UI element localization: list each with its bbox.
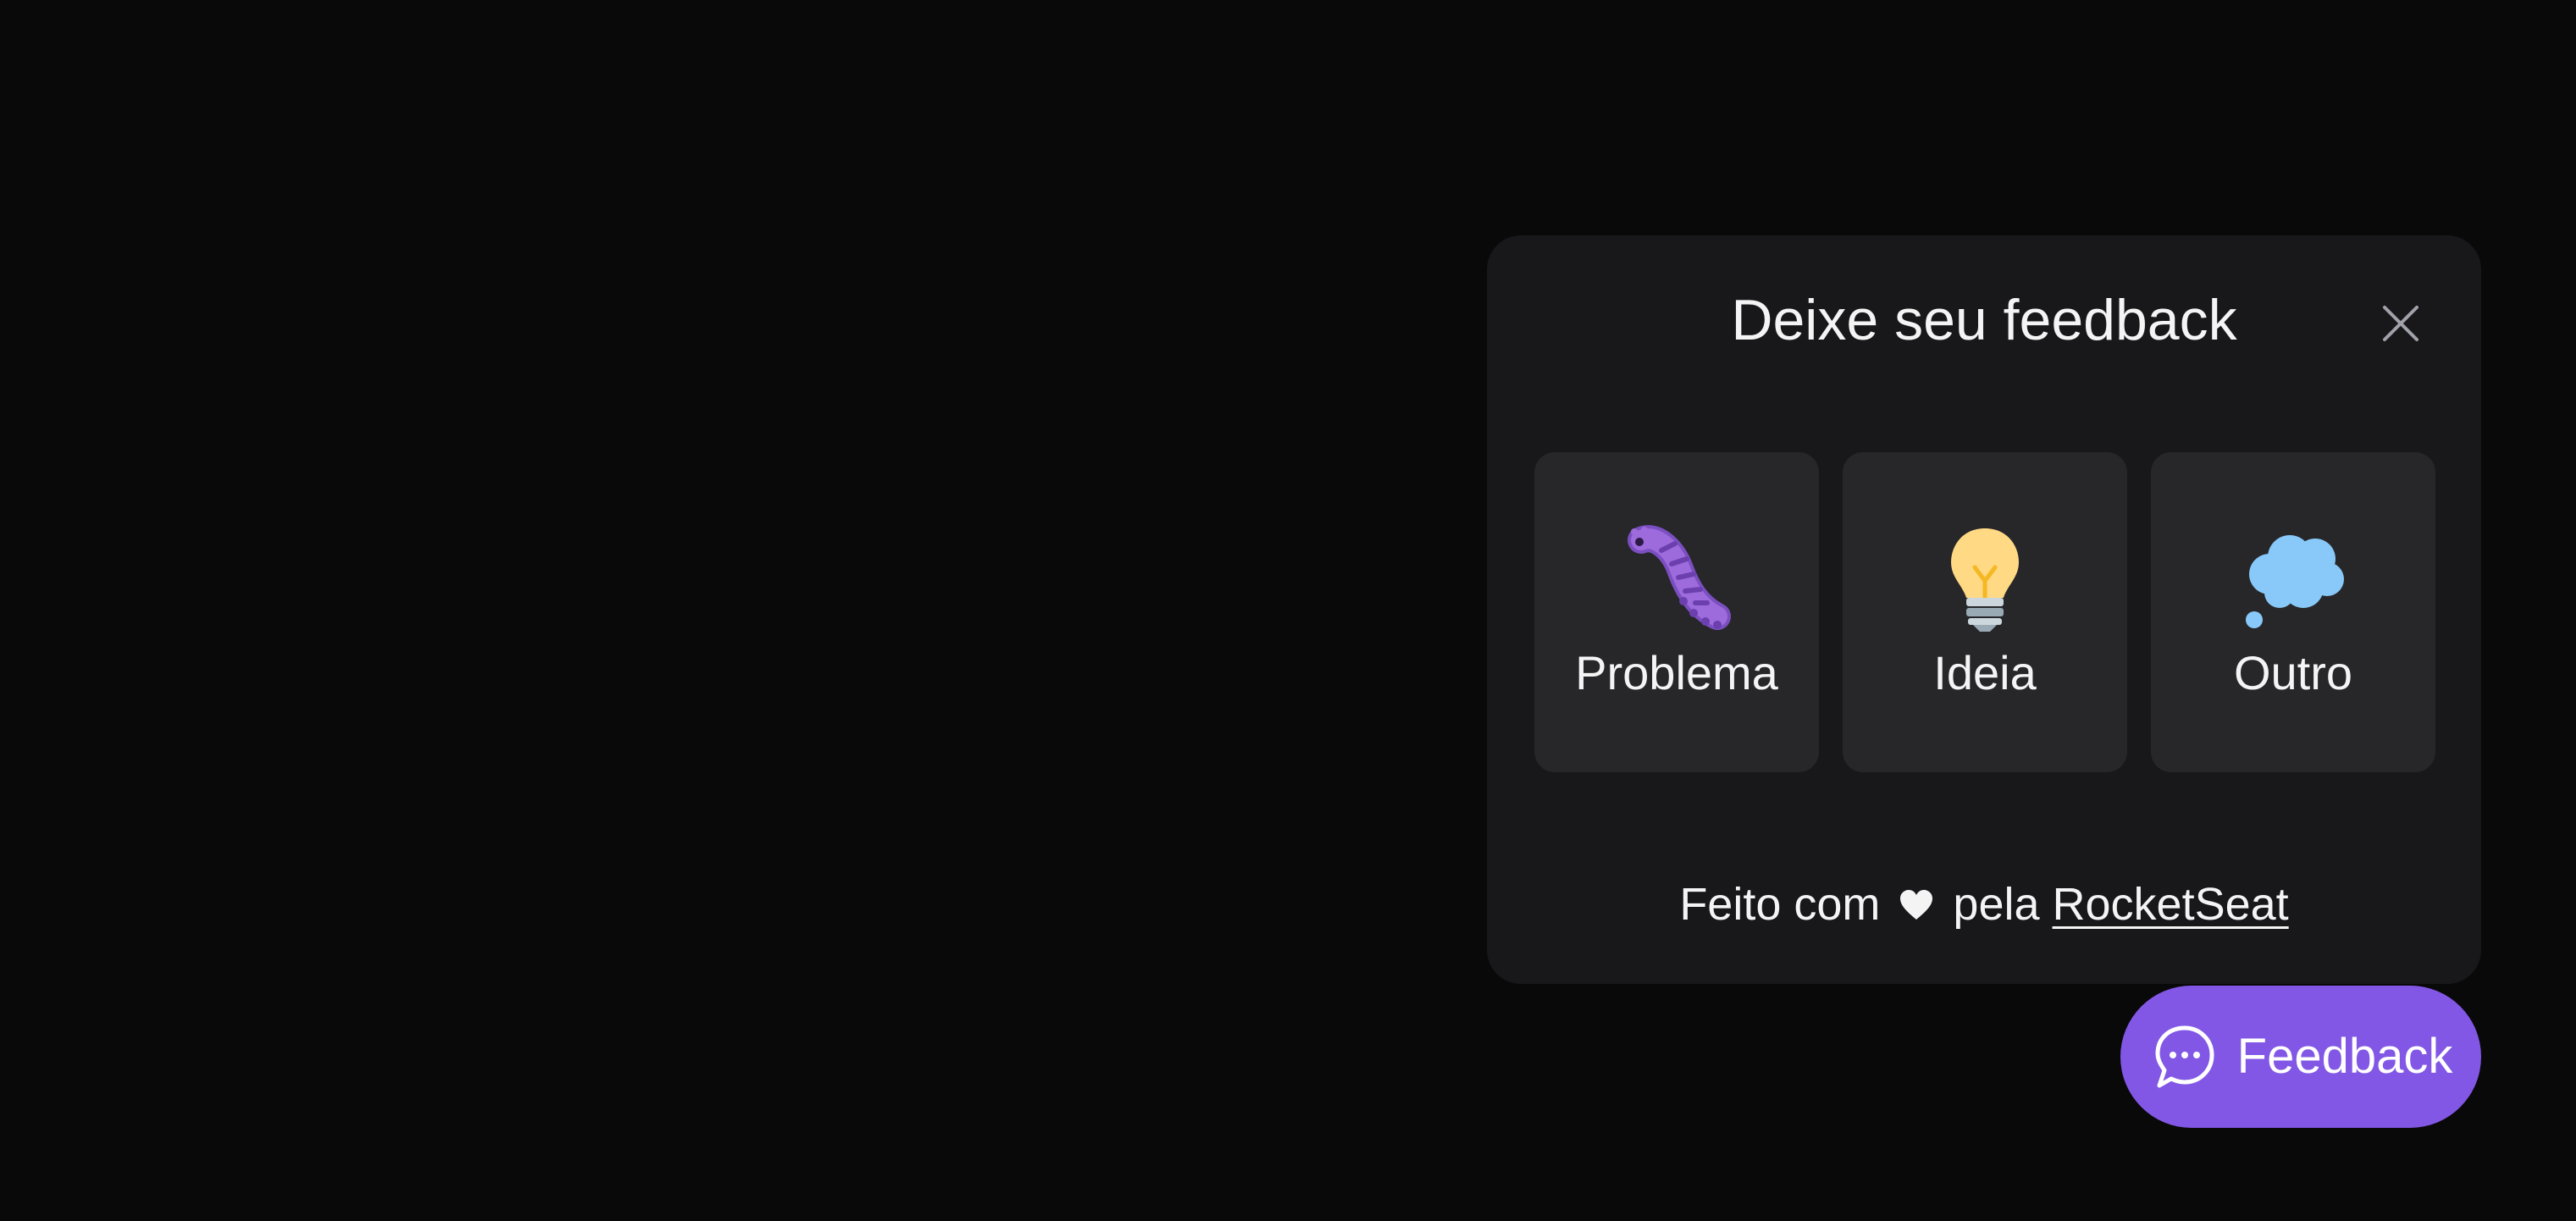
- lightbulb-icon: [1951, 528, 2019, 632]
- thought-balloon-icon: [2246, 535, 2344, 628]
- page: Deixe seu feedback Problema Ideia Outro …: [0, 0, 2576, 1221]
- feedback-type-label: Ideia: [1933, 646, 2037, 699]
- bug-icon: [1628, 525, 1731, 630]
- heart-icon: [1900, 890, 1933, 920]
- feedback-type-label: Problema: [1575, 646, 1778, 699]
- feedback-button[interactable]: Feedback: [2120, 986, 2481, 1128]
- footer-prefix: Feito com: [1679, 879, 1881, 930]
- feedback-button-label: Feedback: [2236, 1029, 2453, 1084]
- feedback-type-outro[interactable]: Outro: [2151, 452, 2435, 772]
- close-button[interactable]: [2371, 294, 2430, 353]
- widget-title: Deixe seu feedback: [1731, 288, 2237, 352]
- rocketseat-link[interactable]: RocketSeat: [2053, 879, 2289, 930]
- close-icon: [2383, 306, 2418, 341]
- chat-bubble-icon: [2155, 1025, 2214, 1088]
- feedback-type-label: Outro: [2233, 646, 2353, 699]
- feedback-type-ideia[interactable]: Ideia: [1843, 452, 2127, 772]
- widget-footer: Feito com pela RocketSeat: [1487, 872, 2481, 936]
- footer-middle: pela: [1953, 879, 2040, 930]
- feedback-type-problema[interactable]: Problema: [1534, 452, 1819, 772]
